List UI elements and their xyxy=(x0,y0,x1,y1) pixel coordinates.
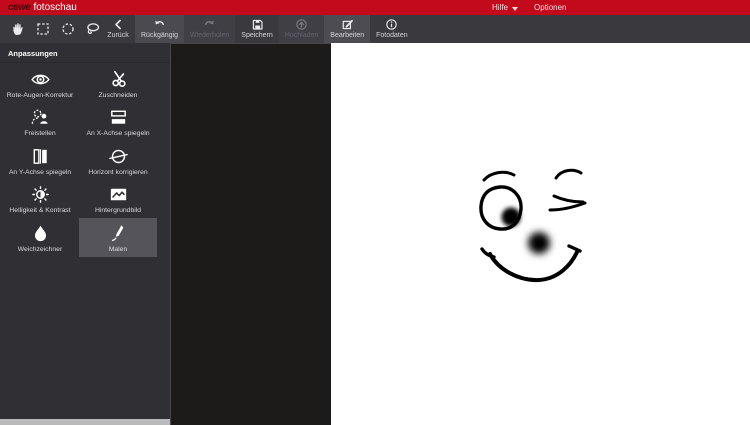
toolbar-button-hochladen[interactable]: Hochladen xyxy=(278,15,325,43)
scissors-icon xyxy=(108,69,129,90)
sidebar-tool-weichzeichner[interactable]: Weichzeichner xyxy=(1,218,79,257)
sidebar-tool-horizont-korrigieren[interactable]: Horizont korrigieren xyxy=(79,141,157,180)
edit-icon xyxy=(341,18,354,31)
sidebar-tool-zuschneiden[interactable]: Zuschneiden xyxy=(79,64,157,103)
eye-icon xyxy=(30,69,51,90)
toolbar-button-wiederholen[interactable]: Wiederholen xyxy=(183,15,236,43)
app-window: cewe fotoschau Hilfe Optionen Zurück Rüc… xyxy=(0,0,750,425)
sidebar-tool-freistellen[interactable]: Freistellen xyxy=(1,103,79,142)
redo-icon xyxy=(203,18,216,31)
lasso-tool[interactable] xyxy=(85,21,101,37)
info-icon xyxy=(385,18,398,31)
brightness-icon xyxy=(30,184,51,205)
content-area: Anpassungen Rote-Augen-Korrektur Zuschne… xyxy=(0,43,750,425)
toolbar-button-zurueck[interactable]: Zurück xyxy=(101,15,135,43)
sidebar-tool-label: An X-Achse spiegeln xyxy=(86,130,150,137)
sidebar-tool-label: Helligkeit & Kontrast xyxy=(9,207,71,214)
back-icon xyxy=(112,18,125,31)
sidebar-horizontal-scrollbar[interactable] xyxy=(0,419,170,425)
sidebar-tool-helligkeit-kontrast[interactable]: Helligkeit & Kontrast xyxy=(1,180,79,219)
app-logo: cewe fotoschau xyxy=(8,2,77,13)
sidebar-tool-label: Rote-Augen-Korrektur xyxy=(6,91,74,99)
undo-icon xyxy=(153,18,166,31)
toolbar-button-speichern[interactable]: Speichern xyxy=(235,15,279,43)
lasso-icon xyxy=(85,21,101,37)
rect-select-icon xyxy=(35,21,51,37)
sidebar-header: Anpassungen xyxy=(0,43,170,63)
toolbar-button-bearbeiten[interactable]: Bearbeiten xyxy=(324,15,371,43)
menu-optionen[interactable]: Optionen xyxy=(534,3,566,12)
toolbar-button-label: Wiederholen xyxy=(189,32,230,39)
toolbar-button-label: Fotodaten xyxy=(376,32,408,39)
toolbar-button-label: Zurück xyxy=(107,32,129,39)
toolbar-button-fotodaten[interactable]: Fotodaten xyxy=(370,15,414,43)
chevron-down-icon xyxy=(512,6,519,11)
ellipse-select-icon xyxy=(60,21,76,37)
sidebar-tool-grid: Rote-Augen-Korrektur Zuschneiden Freiste… xyxy=(1,64,170,257)
sidebar-tool-label: Horizont korrigieren xyxy=(88,168,148,176)
canvas-letterbox xyxy=(170,43,331,425)
logo-product: fotoschau xyxy=(33,2,77,13)
menu-label: Optionen xyxy=(534,3,567,12)
rect-select-tool[interactable] xyxy=(35,21,51,37)
flip-y-icon xyxy=(30,146,51,167)
sidebar-tool-malen[interactable]: Malen xyxy=(79,218,157,257)
horizon-icon xyxy=(108,146,129,167)
toolbar-tool-icons xyxy=(10,15,101,43)
sidebar-tool-label: Zuschneiden xyxy=(98,91,138,99)
paint-icon xyxy=(108,223,129,244)
background-icon xyxy=(108,184,129,205)
upload-icon xyxy=(295,18,308,31)
toolbar-button-label: Speichern xyxy=(241,32,273,39)
ellipse-select-tool[interactable] xyxy=(60,21,76,37)
menu-label: Hilfe xyxy=(492,3,509,12)
toolbar-button-label: Rückgängig xyxy=(141,32,178,39)
sidebar-tool-an-y-achse-spiegeln[interactable]: An Y-Achse spiegeln xyxy=(1,141,79,180)
photo-canvas[interactable] xyxy=(331,43,750,425)
sidebar-tool-label: Malen xyxy=(108,245,128,253)
toolbar-button-label: Bearbeiten xyxy=(330,32,365,39)
menu-hilfe[interactable]: Hilfe xyxy=(492,3,519,12)
flip-x-icon xyxy=(108,107,129,128)
sidebar-tool-hintergrundbild[interactable]: Hintergrundbild xyxy=(79,180,157,219)
adjustments-sidebar: Anpassungen Rote-Augen-Korrektur Zuschne… xyxy=(0,43,170,425)
sidebar-tool-an-x-achse-spiegeln[interactable]: An X-Achse spiegeln xyxy=(79,103,157,142)
sidebar-tool-label: An Y-Achse spiegeln xyxy=(8,168,72,176)
logo-brand: cewe xyxy=(8,2,31,13)
sidebar-tool-label: Weichzeichner xyxy=(17,245,63,253)
titlebar: cewe fotoschau Hilfe Optionen xyxy=(0,0,750,15)
toolbar-button-rueckgaengig[interactable]: Rückgängig xyxy=(135,15,184,43)
hand-tool[interactable] xyxy=(10,21,26,37)
sidebar-tool-rote-augen-korrektur[interactable]: Rote-Augen-Korrektur xyxy=(1,64,79,103)
toolbar-button-label: Hochladen xyxy=(284,32,319,39)
save-icon xyxy=(251,18,264,31)
toolbar: Zurück Rückgängig Wiederholen Speichern … xyxy=(0,15,750,43)
hand-icon xyxy=(10,21,26,37)
sidebar-tool-label: Freistellen xyxy=(24,130,56,137)
cutout-icon xyxy=(30,107,51,128)
sidebar-tool-label: Hintergrundbild xyxy=(94,207,142,214)
titlebar-menus: Hilfe Optionen xyxy=(492,0,566,15)
blur-drop-icon xyxy=(30,223,51,244)
